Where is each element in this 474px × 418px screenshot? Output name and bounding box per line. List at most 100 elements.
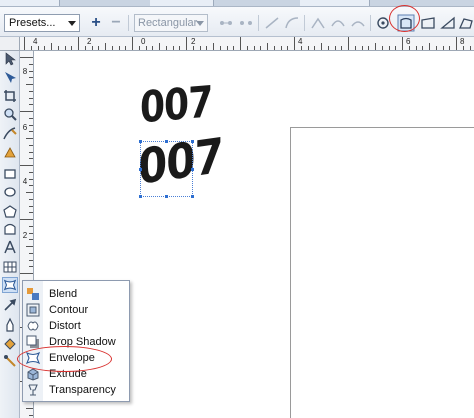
ellipse-tool-icon[interactable]: [2, 184, 18, 200]
envelope-node[interactable]: [191, 168, 194, 171]
polygon-tool-icon[interactable]: [2, 204, 18, 220]
ruler-tick: [199, 46, 201, 50]
envelope-node[interactable]: [165, 195, 168, 198]
envelope-double-arc-mode-icon[interactable]: [420, 16, 436, 30]
crop-tool-icon[interactable]: [2, 88, 18, 104]
envelope-unconstrained-mode-icon[interactable]: [440, 16, 456, 30]
ruler-tick: [29, 70, 33, 72]
ruler-tick: [29, 77, 33, 79]
ruler-label: 4: [298, 37, 303, 46]
fill-tool-icon[interactable]: [2, 335, 18, 351]
envelope-node[interactable]: [139, 140, 142, 143]
outline-pen-tool-icon[interactable]: [2, 317, 18, 333]
ruler-tick: [26, 192, 33, 193]
ruler-tick: [132, 37, 133, 50]
blend-icon: [27, 288, 39, 300]
text-object-top[interactable]: 007: [140, 78, 212, 133]
to-curve-icon[interactable]: [284, 16, 300, 30]
ruler-tick: [462, 46, 464, 50]
mapping-mode-label: Rectangular: [138, 17, 198, 29]
ruler-tick: [253, 46, 255, 50]
zoom-tool-icon[interactable]: [2, 106, 18, 122]
envelope-node[interactable]: [191, 140, 194, 143]
page-border-top: [290, 127, 474, 128]
ruler-tick: [469, 46, 471, 50]
ruler-tick: [395, 46, 397, 50]
ruler-tick: [280, 46, 282, 50]
ruler-tick: [91, 46, 93, 50]
highlight-ellipse: [17, 346, 112, 372]
ruler-label: 4: [33, 37, 38, 46]
presets-dropdown[interactable]: Presets...: [4, 14, 80, 32]
add-preset-button[interactable]: +: [88, 15, 104, 31]
eyedropper-tool-icon[interactable]: [2, 297, 18, 313]
ruler-tick: [152, 46, 154, 50]
mapping-mode-select[interactable]: Rectangular: [134, 14, 208, 32]
ruler-tick: [64, 46, 66, 50]
shape-tool-icon[interactable]: [2, 69, 18, 85]
symmetric-node-icon[interactable]: [350, 16, 366, 30]
ruler-tick: [334, 46, 336, 50]
ruler-tick: [29, 104, 33, 106]
ruler-tick: [20, 219, 33, 220]
ruler-tick: [456, 37, 457, 50]
menu-item-label: Transparency: [49, 384, 116, 396]
ruler-tick: [375, 43, 376, 50]
ruler-tick: [111, 46, 113, 50]
ruler-tick: [57, 46, 59, 50]
delete-nodes-icon[interactable]: [238, 16, 254, 30]
menu-item-transparency[interactable]: Transparency: [23, 382, 129, 398]
ruler-tick: [327, 46, 329, 50]
smooth-node-icon[interactable]: [330, 16, 346, 30]
interactive-fill-tool-icon[interactable]: [2, 353, 18, 369]
ruler-tick: [381, 46, 383, 50]
ruler-tick: [20, 273, 33, 274]
ruler-tick: [408, 46, 410, 50]
ruler-tick: [267, 43, 268, 50]
envelope-node[interactable]: [165, 140, 168, 143]
freehand-tool-icon[interactable]: [2, 126, 18, 142]
ruler-tick: [213, 43, 214, 50]
ruler-tick: [29, 158, 33, 160]
ruler-label: 4: [22, 177, 28, 186]
ruler-tick: [29, 117, 33, 119]
separator: [370, 15, 371, 31]
envelope-node[interactable]: [139, 195, 142, 198]
menu-item-blend[interactable]: Blend: [23, 286, 129, 302]
smart-fill-tool-icon[interactable]: [2, 145, 18, 161]
ruler-tick: [159, 43, 160, 50]
text-tool-icon[interactable]: [2, 239, 18, 255]
contour-icon: [26, 303, 40, 317]
ruler-tick: [341, 46, 343, 50]
pick-tool-icon[interactable]: [2, 51, 18, 67]
interactive-effects-tool[interactable]: [2, 277, 18, 293]
envelope-node[interactable]: [139, 168, 142, 171]
ruler-tick: [71, 46, 73, 50]
envelope-node[interactable]: [191, 195, 194, 198]
rectangle-tool-icon[interactable]: [2, 166, 18, 182]
table-tool-icon[interactable]: [2, 259, 18, 275]
add-nodes-icon[interactable]: [218, 16, 234, 30]
ruler-tick: [165, 46, 167, 50]
add-new-envelope-icon[interactable]: [458, 16, 474, 30]
remove-preset-button[interactable]: −: [108, 15, 124, 31]
plus-icon: +: [91, 14, 101, 31]
ruler-origin[interactable]: [0, 37, 20, 51]
ruler-tick: [26, 408, 33, 409]
cusp-node-icon[interactable]: [310, 16, 326, 30]
chevron-down-icon: [196, 21, 204, 26]
menu-item-distort[interactable]: Distort: [23, 318, 129, 334]
to-line-icon[interactable]: [264, 16, 280, 30]
text-object-enveloped[interactable]: 007: [138, 127, 223, 195]
minus-icon: −: [111, 14, 121, 31]
basic-shapes-tool-icon[interactable]: [2, 221, 18, 237]
ruler-tick: [29, 185, 33, 187]
ruler-tick: [226, 46, 228, 50]
ruler-tick: [361, 46, 363, 50]
menu-item-contour[interactable]: Contour: [23, 302, 129, 318]
interactive-tools-flyout: Blend Contour Distort Drop Shadow Envelo…: [22, 280, 130, 402]
ruler-tick: [402, 37, 403, 50]
ruler-tick: [29, 90, 33, 92]
ruler-tick: [29, 239, 33, 241]
horizontal-ruler[interactable]: 4 2 0 2 4 6 8: [20, 37, 474, 51]
